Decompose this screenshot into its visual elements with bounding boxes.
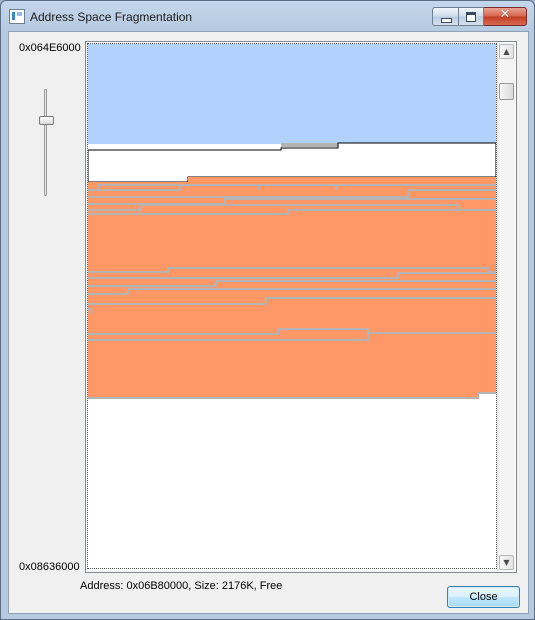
window-close-button[interactable]: ✕ [484,7,527,26]
scroll-thumb[interactable] [499,83,514,100]
zoom-slider-track[interactable] [44,89,47,196]
status-text: Address: 0x06B80000, Size: 2176K, Free [80,580,283,592]
gray-allocation-mark [281,143,338,147]
caption-buttons: ✕ [432,7,527,26]
end-address-label: 0x08636000 [19,561,80,573]
minimize-button[interactable] [432,7,459,26]
reserved-region-block[interactable] [88,44,496,144]
chevron-up-icon: ▲ [503,47,510,56]
free-space-block[interactable] [88,400,496,568]
title-bar[interactable]: Address Space Fragmentation ✕ [1,1,534,31]
maximize-button[interactable] [459,7,484,26]
close-icon: ✕ [499,7,511,22]
window: Address Space Fragmentation ✕ 0x064E6000… [0,0,535,620]
close-button[interactable]: Close [447,586,520,608]
free-region-block[interactable] [88,142,496,183]
memory-map-graphic [88,44,496,568]
minimize-icon [441,18,452,23]
memory-map-panel: ▲ ▼ [85,41,517,573]
scroll-up-button[interactable]: ▲ [499,44,514,59]
scroll-down-button[interactable]: ▼ [499,555,514,570]
app-window-icon [9,9,25,24]
dialog-client-area: 0x064E6000 0x08636000 ▲ ▼ Address: 0x06B… [8,31,529,614]
window-title: Address Space Fragmentation [30,10,193,24]
memory-map[interactable] [87,43,497,569]
maximize-icon [466,12,476,22]
vertical-scrollbar[interactable]: ▲ ▼ [497,43,515,571]
zoom-slider-thumb[interactable] [39,116,54,125]
chevron-down-icon: ▼ [503,558,510,567]
start-address-label: 0x064E6000 [19,42,81,54]
